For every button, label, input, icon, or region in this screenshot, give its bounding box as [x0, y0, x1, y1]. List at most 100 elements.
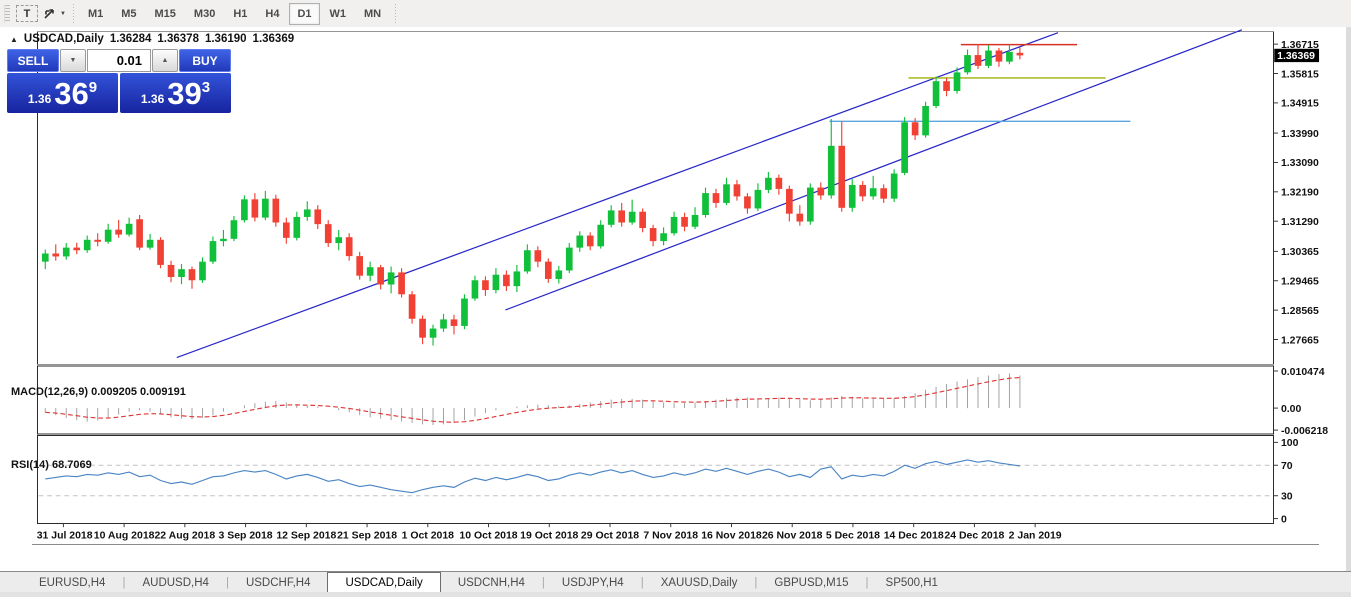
candle: [345, 237, 353, 257]
ohlc-high: 1.36378: [157, 33, 199, 45]
macd-axis-label: 0.010474: [1281, 367, 1325, 378]
candle: [262, 198, 269, 218]
timeframe-button-h4[interactable]: H4: [257, 3, 287, 25]
candle: [649, 228, 657, 242]
arrows-tool-icon[interactable]: ▼: [42, 4, 66, 24]
volume-decrease-button[interactable]: ▼: [60, 49, 86, 72]
chart-symbol-label: USDCAD,Daily: [23, 33, 104, 45]
candle: [178, 269, 185, 277]
candle: [639, 211, 646, 229]
macd-indicator-label: MACD(12,26,9) 0.009205 0.009191: [11, 386, 186, 398]
candle: [251, 199, 259, 218]
candle: [932, 81, 940, 106]
candle: [335, 237, 343, 244]
date-axis-label: 26 Nov 2018: [762, 531, 823, 542]
timeframe-button-m15[interactable]: M15: [147, 3, 184, 25]
date-axis-label: 16 Nov 2018: [701, 531, 762, 542]
toolbar-grip[interactable]: [4, 4, 10, 23]
chart-tab-gbpusd[interactable]: GBPUSD,M15: [757, 572, 865, 593]
timeframe-button-m1[interactable]: M1: [80, 3, 111, 25]
ohlc-close: 1.36369: [252, 33, 295, 45]
candle: [607, 210, 615, 225]
date-axis-label: 31 Jul 2018: [37, 531, 93, 542]
chart-tab-usdcnh[interactable]: USDCNH,H4: [441, 572, 542, 593]
macd-axis-label: 0.00: [1281, 404, 1302, 415]
price-axis-label: 1.33090: [1281, 158, 1319, 169]
candle: [450, 319, 458, 326]
date-axis-label: 12 Sep 2018: [276, 531, 336, 542]
candle: [880, 188, 888, 199]
collapse-arrow-icon[interactable]: ▲: [10, 35, 18, 44]
candle: [377, 267, 384, 285]
candle: [429, 328, 437, 338]
candle: [817, 187, 825, 196]
candle: [387, 272, 395, 285]
candle: [482, 280, 489, 291]
top-toolbar: T ▼ M1 M5 M15 M30 H1 H4 D1 W1 MN: [0, 0, 1351, 28]
macd-axis-label: -0.006218: [1281, 426, 1328, 437]
buy-button[interactable]: BUY: [179, 49, 231, 72]
candle: [293, 216, 301, 238]
sell-price-prefix: 1.36: [27, 92, 52, 106]
candle: [723, 184, 730, 203]
candle: [324, 224, 332, 244]
candle: [125, 223, 133, 235]
timeframe-button-m30[interactable]: M30: [186, 3, 223, 25]
dropdown-caret-icon[interactable]: ▼: [60, 11, 66, 17]
candle: [524, 250, 531, 272]
candle: [146, 239, 154, 248]
chart-tab-audusd[interactable]: AUDUSD,H4: [125, 572, 225, 593]
timeframe-button-mn[interactable]: MN: [356, 3, 389, 25]
chart-tab-usdchf[interactable]: USDCHF,H4: [229, 572, 328, 593]
date-axis-label: 7 Nov 2018: [643, 531, 698, 542]
candle: [503, 274, 510, 287]
candle: [471, 280, 479, 299]
candle: [775, 177, 783, 189]
candle: [806, 187, 814, 222]
candle: [953, 72, 961, 91]
candle: [115, 229, 122, 235]
chart-tab-usdcad[interactable]: USDCAD,Daily: [327, 572, 441, 593]
timeframe-button-w1[interactable]: W1: [322, 3, 355, 25]
candle: [282, 222, 290, 238]
timeframe-button-d1[interactable]: D1: [289, 2, 320, 25]
candle: [136, 219, 143, 248]
candle: [272, 198, 280, 223]
date-axis-label: 10 Aug 2018: [94, 531, 155, 542]
buy-quote[interactable]: 1.36 39 3: [120, 73, 231, 113]
candle: [366, 267, 374, 276]
chart-tab-usdjpy[interactable]: USDJPY,H4: [545, 572, 641, 593]
candle: [1016, 52, 1024, 56]
candle: [660, 233, 667, 242]
volume-input[interactable]: 0.01: [87, 49, 151, 72]
candle: [209, 241, 217, 262]
candle: [356, 256, 364, 276]
chart-tab-xauusd[interactable]: XAUUSD,Daily: [644, 572, 755, 593]
timeframe-button-h1[interactable]: H1: [225, 3, 255, 25]
sell-quote[interactable]: 1.36 36 9: [7, 73, 118, 113]
text-tool-icon[interactable]: T: [16, 5, 38, 22]
buy-price-big: 39: [167, 75, 202, 111]
rsi-pane: [37, 435, 1274, 524]
date-axis-label: 19 Oct 2018: [520, 531, 578, 542]
candle: [712, 193, 720, 203]
chart-tab-eurusd[interactable]: EURUSD,H4: [22, 572, 122, 593]
candle: [597, 224, 605, 247]
diagonal-arrows-icon: [44, 8, 54, 19]
volume-increase-button[interactable]: ▲: [152, 49, 178, 72]
candle: [765, 177, 772, 190]
candle: [241, 199, 248, 221]
sell-button[interactable]: SELL: [7, 49, 59, 72]
candle: [985, 50, 992, 66]
candle: [670, 216, 678, 234]
candle: [167, 264, 175, 277]
date-axis-label: 2 Jan 2019: [1009, 531, 1062, 542]
candle: [220, 238, 227, 242]
candle: [492, 274, 500, 291]
candle: [461, 298, 468, 326]
timeframe-button-m5[interactable]: M5: [113, 3, 144, 25]
candle: [513, 271, 521, 287]
chart-tab-sp500[interactable]: SP500,H1: [869, 572, 955, 593]
candle: [41, 253, 49, 262]
candle: [838, 145, 846, 208]
